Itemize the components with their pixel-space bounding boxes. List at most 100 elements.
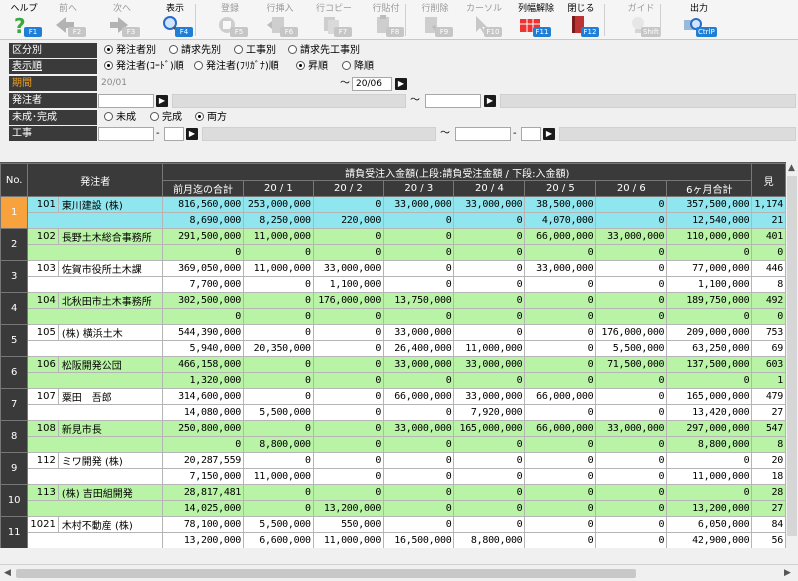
amount-cell[interactable]: 0 — [312, 308, 385, 325]
toolbar-button-f12[interactable]: 閉じる F12 — [559, 0, 603, 40]
amount-cell[interactable]: 253,000,000 — [243, 196, 314, 213]
amount-cell[interactable]: 0 — [383, 516, 455, 533]
amount-cell[interactable]: 66,000,000 — [524, 388, 597, 405]
amount-cell[interactable]: 0 — [595, 260, 668, 277]
order-label[interactable]: 表示順 — [9, 59, 97, 74]
amount-cell[interactable]: 0 — [243, 452, 314, 469]
amount-cell[interactable]: 33,000,000 — [383, 356, 455, 373]
amount-cell[interactable]: 33,000,000 — [524, 260, 597, 277]
horizontal-scrollbar[interactable]: ◀ ▶ — [0, 564, 798, 581]
radio-order-asc[interactable]: 昇順 — [296, 60, 328, 74]
amount-cell[interactable]: 11,000,000 — [243, 228, 314, 245]
radio-status-incomplete[interactable]: 未成 — [104, 111, 136, 125]
amount-cell[interactable]: 0 — [453, 468, 526, 485]
amount-cell[interactable]: 0 — [383, 500, 455, 517]
amount-cell[interactable]: 0 — [595, 276, 668, 293]
orderer-from-field[interactable] — [98, 94, 154, 108]
amount-cell[interactable]: 250,800,000 — [162, 420, 245, 437]
amount-cell[interactable]: 13,750,000 — [383, 292, 455, 309]
amount-cell[interactable]: 401 — [751, 228, 786, 245]
toolbar-button-f1[interactable]: ヘルプ? F1 — [2, 0, 46, 40]
toolbar-button-f8[interactable]: 行貼付 F8 — [364, 0, 408, 40]
amount-cell[interactable]: 0 — [666, 244, 753, 261]
amount-cell[interactable]: 0 — [595, 468, 668, 485]
amount-cell[interactable]: 0 — [666, 372, 753, 389]
table-row[interactable]: 3 103 佐賀市役所土木課 369,050,000 11,000,000 33,000,… — [0, 260, 786, 293]
amount-cell[interactable]: 0 — [243, 388, 314, 405]
amount-cell[interactable]: 33,000,000 — [453, 388, 526, 405]
amount-cell[interactable]: 21 — [751, 212, 786, 229]
amount-cell[interactable]: 1,100,000 — [312, 276, 385, 293]
amount-cell[interactable]: 220,000 — [312, 212, 385, 229]
table-row[interactable]: 6 106 松阪開発公団 466,158,000 0 0 33,000,000 33,000,… — [0, 356, 786, 389]
amount-cell[interactable]: 0 — [595, 388, 668, 405]
orderer-code[interactable]: 105 — [27, 324, 59, 341]
table-row[interactable]: 10 113 (株) 吉田組開発 28,817,481 0 0 0 0 0 0 0 28 — [0, 484, 786, 517]
amount-cell[interactable]: 547 — [751, 420, 786, 437]
amount-cell[interactable]: 14,080,000 — [162, 404, 245, 421]
toolbar-button-f10[interactable]: カーソル F10 — [462, 0, 506, 40]
amount-cell[interactable]: 66,000,000 — [524, 228, 597, 245]
amount-cell[interactable]: 5,500,000 — [243, 516, 314, 533]
amount-cell[interactable]: 0 — [312, 484, 385, 501]
orderer-code[interactable]: 101 — [27, 196, 59, 213]
amount-cell[interactable]: 0 — [524, 468, 597, 485]
toolbar-button-f3[interactable]: 次へ F3 — [100, 0, 144, 40]
amount-cell[interactable]: 0 — [243, 372, 314, 389]
amount-cell[interactable]: 492 — [751, 292, 786, 309]
amount-cell[interactable]: 13,200,000 — [666, 500, 753, 517]
amount-cell[interactable]: 291,500,000 — [162, 228, 245, 245]
amount-cell[interactable]: 20 — [751, 452, 786, 469]
amount-cell[interactable]: 33,000,000 — [312, 260, 385, 277]
horizontal-scroll-thumb[interactable] — [16, 569, 636, 578]
row-number[interactable]: 3 — [0, 260, 29, 293]
amount-cell[interactable]: 0 — [453, 436, 526, 453]
amount-cell[interactable]: 466,158,000 — [162, 356, 245, 373]
amount-cell[interactable]: 0 — [383, 276, 455, 293]
table-row[interactable]: 7,150,000 11,000,000 0 0 0 0 0 11,000,000 18 — [1, 468, 786, 485]
table-row[interactable]: 14,025,000 0 13,200,000 0 0 0 0 13,200,000 27 — [1, 500, 786, 517]
orderer-code[interactable]: 102 — [27, 228, 59, 245]
amount-cell[interactable]: 0 — [162, 308, 245, 325]
amount-cell[interactable]: 0 — [751, 244, 786, 261]
amount-cell[interactable]: 0 — [666, 484, 753, 501]
row-number[interactable]: 8 — [0, 420, 29, 453]
orderer-name[interactable]: 北秋田市土木事務所 — [57, 292, 164, 309]
amount-cell[interactable]: 8,800,000 — [243, 436, 314, 453]
amount-cell[interactable]: 0 — [243, 420, 314, 437]
toolbar-button-f2[interactable]: 前へ F2 — [46, 0, 90, 40]
orderer-code[interactable]: 103 — [27, 260, 59, 277]
amount-cell[interactable]: 0 — [595, 436, 668, 453]
amount-cell[interactable]: 209,000,000 — [666, 324, 753, 341]
amount-cell[interactable]: 0 — [453, 276, 526, 293]
orderer-name[interactable]: 長野土木総合事務所 — [57, 228, 164, 245]
radio-status-both[interactable]: 両方 — [195, 111, 227, 125]
table-row[interactable]: 1,320,000 0 0 0 0 0 0 0 1 — [1, 372, 786, 389]
table-row[interactable]: 4 104 北秋田市土木事務所 302,500,000 0 176,000,000 13,7… — [0, 292, 786, 325]
vertical-scrollbar[interactable]: ▲ — [786, 162, 798, 548]
amount-cell[interactable]: 0 — [524, 324, 597, 341]
amount-cell[interactable]: 18 — [751, 468, 786, 485]
toolbar-button-ctrlp[interactable]: 出力 CtrlP — [674, 0, 724, 40]
amount-cell[interactable]: 0 — [524, 292, 597, 309]
table-row[interactable]: 7,700,000 0 1,100,000 0 0 0 0 1,100,000 8 — [1, 276, 786, 293]
period-picker-button[interactable]: ▶ — [395, 78, 407, 90]
orderer-to-field[interactable] — [425, 94, 481, 108]
radio-kubun-billing[interactable]: 請求先別 — [169, 44, 221, 58]
amount-cell[interactable]: 0 — [383, 404, 455, 421]
amount-cell[interactable]: 137,500,000 — [666, 356, 753, 373]
amount-cell[interactable]: 0 — [524, 500, 597, 517]
amount-cell[interactable]: 6,600,000 — [243, 532, 314, 548]
amount-cell[interactable]: 1,320,000 — [162, 372, 245, 389]
amount-cell[interactable]: 446 — [751, 260, 786, 277]
amount-cell[interactable]: 0 — [524, 244, 597, 261]
amount-cell[interactable]: 0 — [595, 372, 668, 389]
amount-cell[interactable]: 369,050,000 — [162, 260, 245, 277]
amount-cell[interactable]: 28 — [751, 484, 786, 501]
koji-to-sub-field[interactable] — [521, 127, 541, 141]
orderer-name[interactable]: (株) 吉田組開発 — [57, 484, 164, 501]
amount-cell[interactable]: 0 — [243, 308, 314, 325]
toolbar-button-f6[interactable]: 行挿入 F6 — [258, 0, 302, 40]
amount-cell[interactable]: 0 — [312, 404, 385, 421]
amount-cell[interactable]: 8,690,000 — [162, 212, 245, 229]
